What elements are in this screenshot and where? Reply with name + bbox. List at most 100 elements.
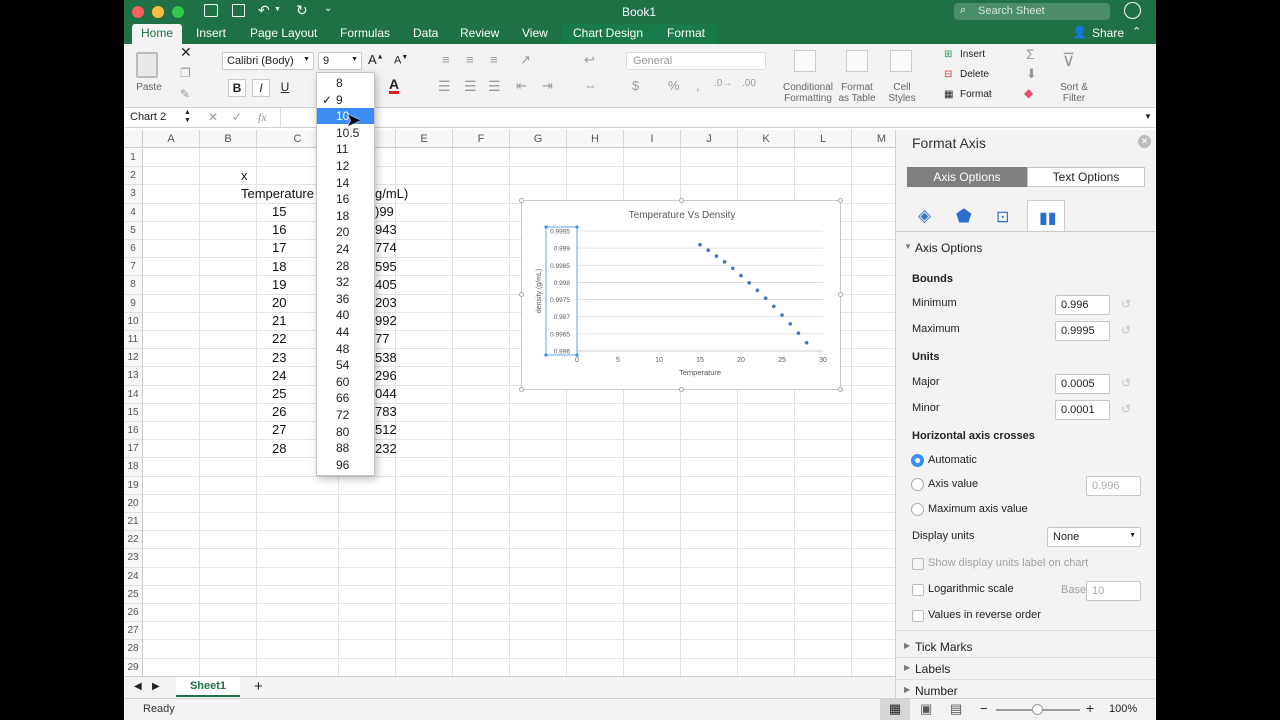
axis-value-label[interactable]: Axis value: [928, 478, 978, 490]
row-header-27[interactable]: 27: [124, 622, 143, 641]
cell-c6[interactable]: 17: [272, 240, 286, 255]
cell-c13[interactable]: 24: [272, 368, 286, 383]
font-size-option-40[interactable]: 40: [317, 307, 374, 323]
next-sheet-icon[interactable]: ▶: [152, 681, 160, 692]
cell-d7[interactable]: 595: [375, 259, 397, 274]
cell-d10[interactable]: 992: [375, 313, 397, 328]
insert-cells-button[interactable]: Insert: [960, 49, 985, 60]
row-header-28[interactable]: 28: [124, 640, 143, 659]
conditional-formatting-label-1[interactable]: Conditional: [780, 82, 836, 93]
fill-line-icon[interactable]: ◈: [918, 206, 931, 226]
column-header-i[interactable]: I: [624, 130, 681, 148]
axis-value-input[interactable]: 0.996: [1086, 476, 1141, 496]
close-pane-icon[interactable]: ✕: [1138, 135, 1151, 148]
select-all-corner[interactable]: [124, 130, 143, 148]
minor-input[interactable]: 0.0001: [1055, 400, 1110, 420]
cell-c2[interactable]: x: [241, 168, 248, 183]
row-header-15[interactable]: 15: [124, 403, 143, 422]
undo-icon[interactable]: ↶: [258, 2, 270, 19]
cell-c11[interactable]: 22: [272, 331, 286, 346]
tab-sheet1[interactable]: Sheet1: [176, 677, 240, 697]
align-center-icon[interactable]: ☰: [464, 78, 477, 95]
row-header-29[interactable]: 29: [124, 658, 143, 676]
column-header-l[interactable]: L: [795, 130, 852, 148]
section-tick-marks[interactable]: Tick Marks: [915, 640, 973, 654]
cut-icon[interactable]: ✕: [180, 44, 192, 61]
normal-view-icon[interactable]: ▦: [880, 699, 910, 720]
merge-center-icon[interactable]: ⇔: [584, 78, 597, 93]
chart-temperature-vs-density[interactable]: Temperature Vs Density 0.996 0.9965 0.997 0.…: [519, 198, 843, 392]
radio-axis-value[interactable]: [911, 478, 924, 491]
add-sheet-button[interactable]: +: [254, 678, 263, 695]
fill-icon[interactable]: ⬇: [1026, 66, 1037, 82]
cell-d11[interactable]: 77: [375, 331, 389, 346]
redo-icon[interactable]: ↻: [296, 2, 308, 19]
format-as-table-label-1[interactable]: Format: [834, 82, 880, 93]
comma-style-icon[interactable]: ,: [696, 78, 700, 93]
tab-review[interactable]: Review: [451, 24, 508, 44]
align-top-icon[interactable]: ≡: [442, 52, 450, 67]
row-header-1[interactable]: 1: [124, 149, 143, 168]
chart-resize-handle[interactable]: [838, 198, 843, 203]
name-box-stepper-icon[interactable]: ▲ ▼: [184, 109, 191, 125]
reset-icon[interactable]: ↺: [1121, 297, 1131, 311]
cell-styles-label-1[interactable]: Cell: [882, 82, 922, 93]
base-input[interactable]: 10: [1086, 581, 1141, 601]
expand-formula-icon[interactable]: ▼: [1144, 112, 1152, 121]
cell-c3[interactable]: Temperature: [241, 186, 314, 201]
reset-icon[interactable]: ↺: [1121, 402, 1131, 416]
chevron-right-icon[interactable]: ▶: [904, 641, 910, 650]
align-left-icon[interactable]: ☰: [438, 78, 451, 95]
tab-insert[interactable]: Insert: [187, 24, 235, 44]
font-name-select[interactable]: Calibri (Body) ▼: [222, 52, 314, 70]
format-painter-icon[interactable]: ✎: [180, 87, 190, 101]
sort-filter-icon[interactable]: ⊽: [1062, 50, 1075, 71]
insert-function-icon[interactable]: fx: [258, 110, 267, 125]
zoom-slider[interactable]: [996, 704, 1080, 715]
cell-d9[interactable]: 203: [375, 295, 397, 310]
row-header-12[interactable]: 12: [124, 349, 143, 368]
row-header-24[interactable]: 24: [124, 567, 143, 586]
prev-sheet-icon[interactable]: ◀: [134, 681, 142, 692]
chevron-right-icon[interactable]: ▶: [904, 663, 910, 672]
display-units-select[interactable]: None ▼: [1047, 527, 1141, 547]
save-icon[interactable]: [232, 4, 245, 17]
column-header-f[interactable]: F: [453, 130, 510, 148]
row-header-19[interactable]: 19: [124, 476, 143, 495]
page-layout-view-icon[interactable]: ▣: [920, 701, 932, 717]
font-size-option-80[interactable]: 80: [317, 424, 374, 440]
axis-options-icon-tab[interactable]: ▮▮: [1027, 200, 1065, 232]
font-size-option-88[interactable]: 88: [317, 440, 374, 456]
row-header-21[interactable]: 21: [124, 513, 143, 532]
increase-decimal-icon[interactable]: .0→: [714, 78, 732, 89]
font-size-option-14[interactable]: 14: [317, 175, 374, 191]
share-icon[interactable]: 👤: [1072, 25, 1087, 39]
log-scale-checkbox[interactable]: [912, 584, 924, 596]
cell-d16[interactable]: 512: [375, 422, 397, 437]
currency-icon[interactable]: $: [632, 78, 639, 93]
cell-c7[interactable]: 18: [272, 259, 286, 274]
tab-home[interactable]: Home: [132, 24, 183, 44]
column-header-b[interactable]: B: [200, 130, 257, 148]
cell-c15[interactable]: 26: [272, 404, 286, 419]
reset-icon[interactable]: ↺: [1121, 323, 1131, 337]
cell-d14[interactable]: 044: [375, 386, 397, 401]
row-header-25[interactable]: 25: [124, 585, 143, 604]
row-header-2[interactable]: 2: [124, 167, 143, 186]
column-header-h[interactable]: H: [567, 130, 624, 148]
font-size-option-12[interactable]: 12: [317, 158, 374, 174]
row-header-23[interactable]: 23: [124, 549, 143, 568]
font-size-option-20[interactable]: 20: [317, 224, 374, 240]
size-properties-icon[interactable]: ⊡: [996, 207, 1009, 227]
cell-d15[interactable]: 783: [375, 404, 397, 419]
worksheet-grid[interactable]: ABCDEFGHIJKLM 12345678910111213141516171…: [124, 130, 895, 676]
chevron-down-icon[interactable]: ▼: [904, 242, 912, 251]
maximum-input[interactable]: 0.9995: [1055, 321, 1110, 341]
column-header-j[interactable]: J: [681, 130, 738, 148]
increase-indent-icon[interactable]: ⇥: [542, 78, 553, 94]
cell-d8[interactable]: 405: [375, 277, 397, 292]
section-axis-options[interactable]: Axis Options: [915, 241, 982, 255]
row-header-22[interactable]: 22: [124, 531, 143, 550]
section-number[interactable]: Number: [915, 684, 958, 698]
italic-button[interactable]: I: [252, 79, 270, 97]
